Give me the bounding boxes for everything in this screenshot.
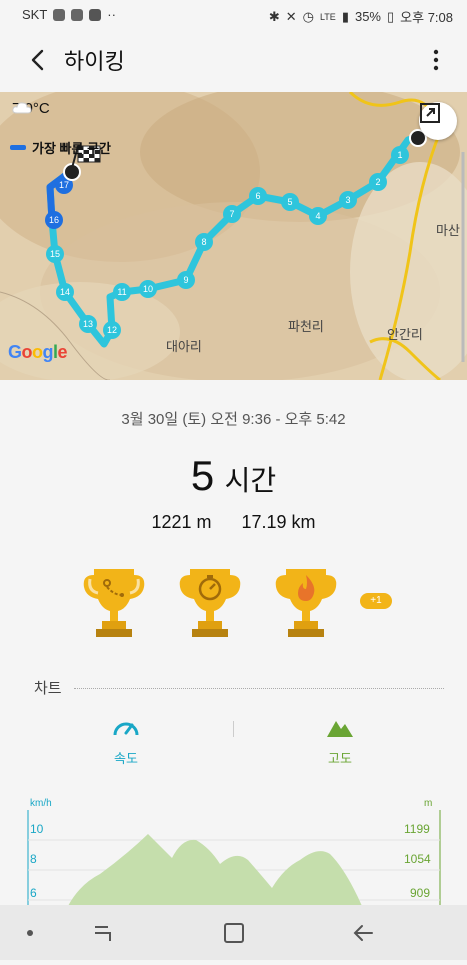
expand-icon: [420, 103, 440, 123]
svg-text:15: 15: [50, 249, 60, 259]
workout-summary: 3월 30일 (토) 오전 9:36 - 오후 5:42 5 시간 1221 m…: [0, 380, 467, 906]
svg-text:7: 7: [229, 209, 234, 219]
svg-text:14: 14: [60, 287, 70, 297]
place-label: 마산: [436, 223, 460, 238]
route-legend-label: 가장 빠른 구간: [32, 141, 111, 156]
distance-trophy-icon[interactable]: [80, 565, 148, 639]
trophy-list: [80, 565, 340, 639]
weather-info: 7.0°C: [12, 100, 50, 117]
svg-text:3: 3: [345, 195, 350, 205]
altitude-unit-label: m: [424, 798, 433, 809]
fastest-segment-swatch: [10, 145, 26, 150]
svg-text:16: 16: [49, 215, 59, 225]
duration-unit: 시간: [224, 465, 277, 496]
elevation-value: 1221 m: [151, 512, 212, 532]
svg-text:2: 2: [375, 177, 380, 187]
mountain-icon: [327, 721, 353, 737]
app-bar: 하이킹: [0, 30, 467, 90]
svg-text:5: 5: [287, 197, 292, 207]
calorie-trophy-icon[interactable]: [272, 565, 340, 639]
back-arrow-icon[interactable]: [24, 46, 52, 74]
tab-speed-label: 속도: [114, 751, 138, 766]
network-label: LTE: [319, 11, 336, 22]
speed-tick-label: 6: [30, 886, 37, 900]
tab-altitude[interactable]: 고도: [300, 715, 380, 767]
chart-tabs: 속도 고도: [0, 715, 467, 775]
bluetooth-icon: ✱: [268, 8, 280, 24]
place-label: 파천리: [288, 319, 324, 334]
svg-text:8: 8: [201, 237, 206, 247]
nav-buttons: [27, 923, 373, 943]
alarm-icon: ◷: [302, 8, 314, 24]
place-label: 대아리: [166, 339, 202, 354]
svg-text:11: 11: [117, 287, 126, 297]
route-map[interactable]: 1 2 3 4 5 6 7 8 9 10 11 12 13 14 15 16 1…: [0, 92, 467, 380]
more-notifications-icon: ··: [107, 7, 116, 22]
place-label: 안간리: [387, 327, 423, 342]
altitude-tick-label: 1199: [404, 822, 430, 836]
signal-icon: ▮: [341, 8, 349, 24]
workout-datetime: 3월 30일 (토) 오전 9:36 - 오후 5:42: [121, 411, 346, 428]
mute-icon: ✕: [285, 8, 297, 24]
route-legend: 가장 빠른 구간: [10, 138, 111, 157]
talk-icon: [53, 8, 66, 21]
back-nav-icon[interactable]: [353, 925, 373, 941]
duration-display: 5 시간: [0, 452, 467, 500]
carrier-label: SKT: [22, 7, 48, 22]
svg-text:9: 9: [183, 275, 188, 285]
distance-value: 17.19 km: [241, 512, 316, 532]
chart-section-title: 차트: [34, 680, 62, 697]
cloud-icon: [12, 102, 32, 114]
svg-text:13: 13: [83, 319, 93, 329]
system-nav-bar: [0, 905, 467, 960]
svg-text:12: 12: [107, 325, 117, 335]
section-divider: [74, 688, 444, 689]
speed-unit-label: km/h: [30, 798, 52, 809]
speed-tick-label: 10: [30, 822, 44, 836]
clock-label: 오후 7:08: [400, 10, 453, 25]
location-icon: [71, 8, 84, 21]
svg-text:1: 1: [397, 150, 402, 160]
speed-tick-label: 8: [30, 852, 37, 866]
tab-speed[interactable]: 속도: [86, 715, 166, 767]
altitude-area: [68, 834, 362, 906]
altitude-tick-label: 1054: [404, 852, 431, 866]
page-title: 하이킹: [64, 49, 125, 74]
recent-apps-icon[interactable]: [95, 926, 111, 941]
svg-text:17: 17: [59, 180, 69, 190]
svg-text:6: 6: [255, 191, 260, 201]
expand-map-button[interactable]: [419, 102, 457, 140]
tab-altitude-label: 고도: [328, 751, 352, 766]
speed-altitude-chart: km/h m 10 8 6 1199 1054 909: [0, 798, 467, 906]
tab-separator: [233, 721, 234, 737]
battery-icon: ▯: [387, 8, 395, 24]
nav-dot-icon: [27, 930, 33, 936]
stats-row: 1221 m 17.19 km: [0, 512, 467, 533]
svg-text:10: 10: [143, 284, 153, 294]
extra-trophy-badge[interactable]: +1: [360, 593, 392, 609]
chart-canvas: [27, 810, 441, 906]
home-icon[interactable]: [224, 923, 244, 943]
duration-value: 5: [190, 452, 215, 499]
more-options-icon[interactable]: [427, 48, 445, 72]
altitude-tick-label: 909: [410, 886, 431, 900]
svg-text:4: 4: [315, 211, 320, 221]
time-trophy-icon[interactable]: [176, 565, 244, 639]
battery-label: 35%: [354, 9, 381, 24]
status-bar: SKT ·· ✱ ✕ ◷ LTE ▮ 35% ▯ 오후 7:08: [0, 0, 467, 30]
speedometer-icon: [113, 722, 139, 736]
youtube-icon: [89, 8, 102, 21]
google-logo: Google: [8, 342, 68, 362]
